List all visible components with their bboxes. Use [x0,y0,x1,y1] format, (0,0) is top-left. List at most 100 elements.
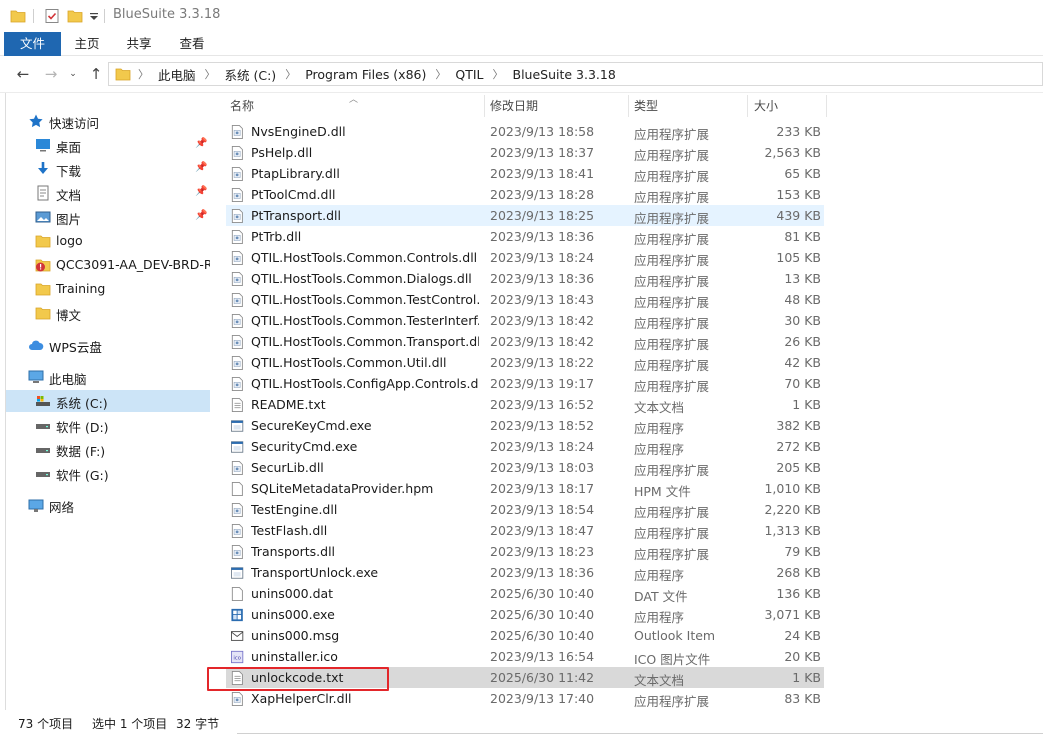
breadcrumb-system-c[interactable]: 系统 (C:) [223,65,279,84]
folder-icon[interactable] [10,8,26,24]
column-separator[interactable] [628,95,629,117]
file-row[interactable]: QTIL.HostTools.Common.TestControl... 2023… [226,289,824,310]
file-row[interactable]: SQLiteMetadataProvider.hpm 2023/9/13 18:1… [226,478,824,499]
pin-icon[interactable]: 📌 [195,186,207,197]
dll-icon [231,545,243,559]
file-list[interactable]: ︿ 名称 修改日期 类型 大小 NvsEngineD.dll 2023/9/13 … [212,93,1043,710]
tab-home[interactable]: 主页 [61,32,113,56]
file-row[interactable]: QTIL.HostTools.Common.Controls.dll 2023/9… [226,247,824,268]
navigation-pane[interactable]: 快速访问 桌面 📌 下载 📌 文档 📌 图片 📌 logo QCC3091-AA_DEV-BRD-R… [6,93,210,710]
sidebar-item-software-g[interactable]: 软件 (G:) [6,462,210,484]
file-row[interactable]: PtapLibrary.dll 2023/9/13 18:41 应用程序扩展 65 K… [226,163,824,184]
file-row[interactable]: PtTransport.dll 2023/9/13 18:25 应用程序扩展 439 … [226,205,824,226]
breadcrumb-qtil[interactable]: QTIL [453,67,485,82]
dll-icon [231,503,243,517]
tab-view[interactable]: 查看 [165,32,219,56]
address-bar[interactable]: 〉 此电脑 〉 系统 (C:) 〉 Program Files (x86) 〉 … [108,62,1043,86]
breadcrumb-this-pc[interactable]: 此电脑 [156,65,198,84]
quick-access-dropdown-icon[interactable] [86,8,102,24]
breadcrumb-chevron-icon[interactable]: 〉 [131,66,156,82]
file-date: 2023/9/13 18:24 [490,250,595,265]
file-row[interactable]: PtToolCmd.dll 2023/9/13 18:28 应用程序扩展 153 KB [226,184,824,205]
tab-share[interactable]: 共享 [113,32,165,56]
sidebar-item-qcc3091[interactable]: QCC3091-AA_DEV-BRD-R3 [6,254,210,276]
file-row[interactable]: ico uninstaller.ico 2023/9/13 16:54 ICO 图片文… [226,646,824,667]
forward-button[interactable]: → [42,65,60,83]
file-row[interactable]: TestFlash.dll 2023/9/13 18:47 应用程序扩展 1,313 … [226,520,824,541]
breadcrumb-chevron-icon[interactable]: 〉 [198,66,223,82]
drive-icon [36,472,50,477]
file-row[interactable]: unins000.dat 2025/6/30 10:40 DAT 文件 136 KB [226,583,824,604]
file-row[interactable]: QTIL.HostTools.Common.Dialogs.dll 2023/9/… [226,268,824,289]
properties-icon[interactable] [44,8,60,24]
file-type: 应用程序扩展 [634,505,710,520]
file-type: ICO 图片文件 [634,652,711,667]
file-row[interactable]: QTIL.HostTools.Common.Transport.dll 2023/… [226,331,824,352]
column-separator[interactable] [747,95,748,117]
sidebar-item-label: 文档 [56,188,82,203]
column-header-name[interactable]: 名称 [230,93,485,119]
file-row[interactable]: unins000.msg 2025/6/30 10:40 Outlook Item 2… [226,625,824,646]
file-row[interactable]: XapHelperClr.dll 2023/9/13 17:40 应用程序扩展 83 … [226,688,824,709]
sidebar-item-label: logo [56,233,83,248]
breadcrumb-program-files[interactable]: Program Files (x86) [303,67,428,82]
sidebar-item-desktop[interactable]: 桌面 📌 [6,134,210,156]
file-row[interactable]: README.txt 2023/9/13 16:52 文本文档 1 KB [226,394,824,415]
file-row[interactable]: PsHelp.dll 2023/9/13 18:37 应用程序扩展 2,563 KB [226,142,824,163]
file-name: unins000.dat [251,586,334,601]
sidebar-item-this-pc[interactable]: 此电脑 [6,366,210,388]
file-row[interactable]: SecurLib.dll 2023/9/13 18:03 应用程序扩展 205 KB [226,457,824,478]
file-row[interactable]: QTIL.HostTools.ConfigApp.Controls.dll 202… [226,373,824,394]
file-row[interactable]: SecureKeyCmd.exe 2023/9/13 18:52 应用程序 382 K… [226,415,824,436]
selection-count: 选中 1 个项目 [92,717,168,731]
pin-icon[interactable]: 📌 [195,210,207,221]
breadcrumb-chevron-icon[interactable]: 〉 [278,66,303,82]
breadcrumb-bluesuite[interactable]: BlueSuite 3.3.18 [511,67,618,82]
arrow-left-icon: ← [16,65,30,83]
recent-locations-button[interactable]: ⌄ [64,65,82,83]
sidebar-item-data-f[interactable]: 数据 (F:) [6,438,210,460]
column-header-type[interactable]: 类型 [634,93,749,119]
file-row[interactable]: SecurityCmd.exe 2023/9/13 18:24 应用程序 272 KB [226,436,824,457]
pin-icon[interactable]: 📌 [195,162,207,173]
file-row[interactable]: NvsEngineD.dll 2023/9/13 18:58 应用程序扩展 233 K… [226,121,824,142]
tab-file[interactable]: 文件 [4,32,61,56]
sidebar-item-blog[interactable]: 博文 [6,302,210,324]
file-row[interactable]: TestEngine.dll 2023/9/13 18:54 应用程序扩展 2,220… [226,499,824,520]
new-folder-icon[interactable] [67,8,83,24]
sidebar-item-documents[interactable]: 文档 📌 [6,182,210,204]
breadcrumb-chevron-icon[interactable]: 〉 [428,66,453,82]
file-date: 2023/9/13 18:23 [490,544,595,559]
sidebar-item-logo[interactable]: logo [6,230,210,252]
dll-icon [231,692,243,706]
file-row[interactable]: QTIL.HostTools.Common.Util.dll 2023/9/13 … [226,352,824,373]
sidebar-item-wps-cloud[interactable]: WPS云盘 [6,334,210,356]
sidebar-item-downloads[interactable]: 下载 📌 [6,158,210,180]
up-button[interactable]: ↑ [87,65,105,83]
sidebar-item-quick-access[interactable]: 快速访问 [6,110,210,132]
back-button[interactable]: ← [14,65,32,83]
file-name: PsHelp.dll [251,145,313,160]
sidebar-item-system-c[interactable]: 系统 (C:) [6,390,210,412]
file-size: 272 KB [776,439,821,454]
column-header-size[interactable]: 大小 [754,93,824,119]
sidebar-item-network[interactable]: 网络 [6,494,210,516]
column-separator[interactable] [484,95,485,117]
sidebar-item-label: 图片 [56,212,82,227]
column-header-date[interactable]: 修改日期 [490,93,630,119]
sidebar-item-software-d[interactable]: 软件 (D:) [6,414,210,436]
sidebar-item-pictures[interactable]: 图片 📌 [6,206,210,228]
file-size: 13 KB [784,271,821,286]
sidebar-item-training[interactable]: Training [6,278,210,300]
dll-icon [231,209,243,223]
file-type: 应用程序扩展 [634,253,710,268]
breadcrumb-chevron-icon[interactable]: 〉 [486,66,511,82]
file-row[interactable]: PtTrb.dll 2023/9/13 18:36 应用程序扩展 81 KB [226,226,824,247]
file-row[interactable]: unins000.exe 2025/6/30 10:40 应用程序 3,071 KB [226,604,824,625]
file-row[interactable]: Transports.dll 2023/9/13 18:23 应用程序扩展 79 KB [226,541,824,562]
dll-icon [231,146,243,160]
file-row[interactable]: TransportUnlock.exe 2023/9/13 18:36 应用程序 26… [226,562,824,583]
file-row[interactable]: QTIL.HostTools.Common.TesterInterf... 202… [226,310,824,331]
column-separator[interactable] [826,95,827,117]
pin-icon[interactable]: 📌 [195,138,207,149]
